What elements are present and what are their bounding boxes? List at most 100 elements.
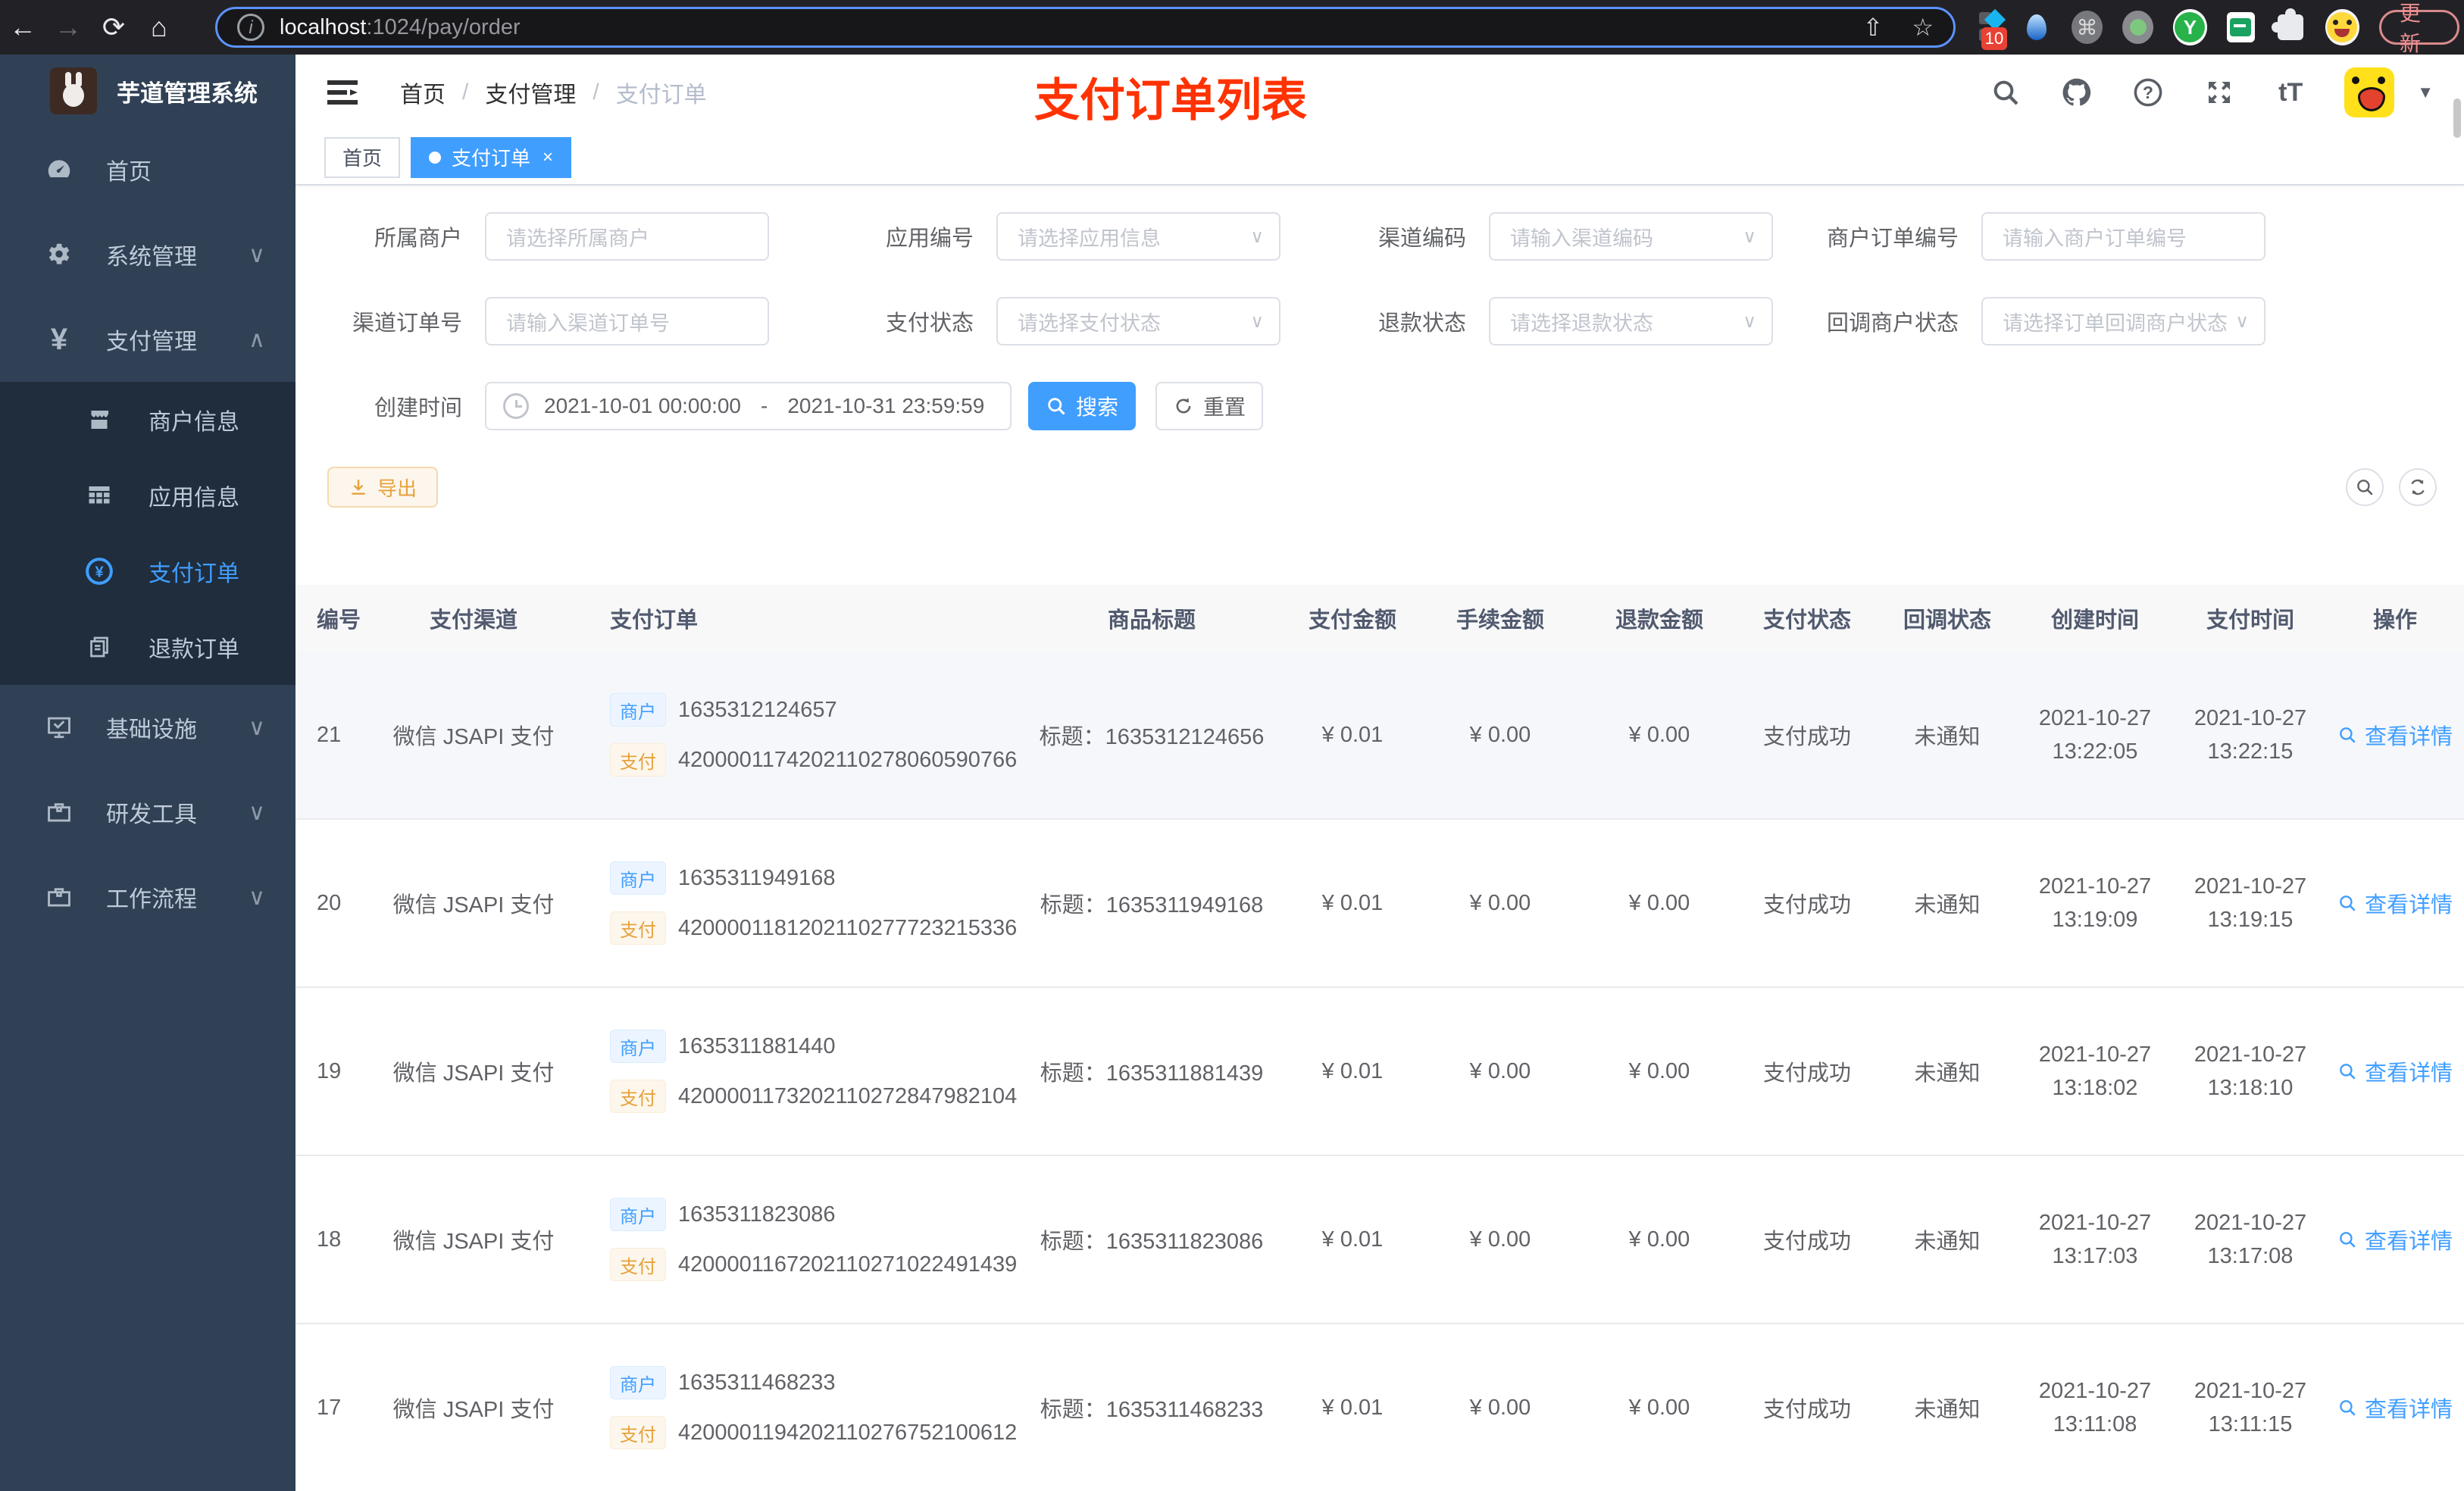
merchant-tag: 商户: [610, 861, 666, 895]
sidebar-item-infrastructure[interactable]: 基础设施 ∨: [0, 685, 295, 770]
y-extension-icon[interactable]: Y: [2173, 9, 2207, 45]
tab-pay-order[interactable]: 支付订单 ×: [411, 136, 572, 178]
sidebar-item-workflow[interactable]: 工作流程 ∨: [0, 855, 295, 939]
user-menu-caret-icon[interactable]: ▼: [2417, 83, 2434, 102]
view-detail-link[interactable]: 查看详情: [2337, 1055, 2453, 1087]
tab-groups-extension-icon[interactable]: 10: [1970, 8, 2008, 50]
chat-extension-icon[interactable]: [2226, 12, 2256, 42]
recorder-extension-icon[interactable]: [2122, 11, 2154, 44]
profile-avatar-icon[interactable]: [2325, 9, 2359, 45]
browser-update-button[interactable]: 更新: [2378, 2, 2460, 55]
sidebar-item-merchant-info[interactable]: 商户信息: [0, 382, 295, 458]
table-row[interactable]: 17 微信 JSAPI 支付 商户 1635311468233 支付 4200001…: [295, 1324, 2464, 1491]
view-detail-link[interactable]: 查看详情: [2337, 887, 2453, 919]
filter-create-time: 创建时间 2021-10-01 00:00:00 - 2021-10-31 23…: [295, 382, 1263, 430]
view-detail-link[interactable]: 查看详情: [2337, 1224, 2453, 1255]
cell-notify-status: 未通知: [1914, 1230, 1981, 1254]
breadcrumb-home[interactable]: 首页: [400, 76, 446, 109]
table-row[interactable]: 21 微信 JSAPI 支付 商户 1635312124657 支付 4200001…: [295, 652, 2464, 820]
browser-home-icon[interactable]: ⌂: [136, 11, 182, 43]
placeholder: 请选择订单回调商户状态: [2003, 311, 2228, 335]
notify-status-select[interactable]: 请选择订单回调商户状态 ∨: [1981, 297, 2265, 345]
cell-actions: 查看详情: [2326, 1055, 2464, 1087]
breadcrumb: 首页 / 支付管理 / 支付订单: [400, 76, 707, 109]
col-notify-status: 回调状态: [1903, 608, 1991, 633]
page-scrollbar[interactable]: [2453, 98, 2461, 138]
main-area: 首页 / 支付管理 / 支付订单 支付订单列表 ? tT ▼ 首页 支付订单 ×…: [295, 55, 2464, 1491]
tab-home[interactable]: 首页: [324, 136, 401, 178]
merchant-input[interactable]: 请选择所属商户: [485, 212, 769, 261]
sidebar-item-app-info[interactable]: 应用信息: [0, 458, 295, 533]
cell-pay-status: 支付成功: [1762, 725, 1851, 749]
close-tab-icon[interactable]: ×: [543, 147, 553, 168]
channel-order-no-input[interactable]: 请输入渠道订单号: [485, 297, 769, 345]
view-detail-link[interactable]: 查看详情: [2337, 1392, 2453, 1424]
table-row[interactable]: 19 微信 JSAPI 支付 商户 1635311881440 支付 4200001…: [295, 988, 2464, 1156]
cell-pay-order: 商户 1635311881440 支付 4200001173202110272847…: [568, 1030, 1017, 1113]
cell-title: 标题：1635311881439: [1040, 1061, 1264, 1086]
refresh-button[interactable]: [2399, 468, 2437, 506]
cell-pay-status: 支付成功: [1762, 1230, 1851, 1254]
monitor-icon: [42, 711, 76, 744]
export-button[interactable]: 导出: [327, 467, 439, 508]
site-info-icon[interactable]: i: [237, 14, 264, 41]
field-label: 回调商户状态: [1826, 311, 1959, 336]
fullscreen-icon[interactable]: [2202, 75, 2237, 110]
extensions-puzzle-icon[interactable]: [2271, 8, 2306, 44]
bookmark-star-icon[interactable]: ☆: [1912, 13, 1934, 42]
help-icon[interactable]: ?: [2131, 75, 2165, 110]
cell-id: 17: [317, 1395, 342, 1420]
sidebar-item-pay[interactable]: ¥ 支付管理 ∧: [0, 297, 295, 382]
refund-status-select[interactable]: 请选择退款状态 ∨: [1489, 297, 1773, 345]
toggle-search-button[interactable]: [2346, 468, 2384, 506]
browser-reload-icon[interactable]: ⟳: [91, 11, 136, 43]
share-icon[interactable]: ⇧: [1863, 13, 1884, 42]
breadcrumb-separator: /: [593, 80, 599, 105]
cell-actions: 查看详情: [2326, 887, 2464, 919]
filter-notify-status: 回调商户状态 请选择订单回调商户状态 ∨: [1792, 297, 2284, 345]
pay-status-select[interactable]: 请选择支付状态 ∨: [996, 297, 1280, 345]
gear-icon: [42, 238, 76, 271]
balloon-extension-icon[interactable]: [2021, 11, 2052, 44]
filter-row-2: 渠道订单号 请输入渠道订单号 支付状态 请选择支付状态 ∨ 退款状态 请选择退款状…: [295, 297, 2464, 345]
app-logo[interactable]: 芋道管理系统: [0, 55, 295, 127]
browser-forward-icon[interactable]: →: [45, 11, 91, 43]
search-button[interactable]: 搜索: [1028, 382, 1136, 430]
date-range-input[interactable]: 2021-10-01 00:00:00 - 2021-10-31 23:59:5…: [485, 382, 1012, 430]
user-avatar[interactable]: [2344, 67, 2395, 117]
table-row[interactable]: 18 微信 JSAPI 支付 商户 1635311823086 支付 4200001…: [295, 1156, 2464, 1324]
command-extension-icon[interactable]: ⌘: [2072, 11, 2103, 44]
svg-text:?: ?: [2143, 83, 2153, 102]
cell-actions: 查看详情: [2326, 1224, 2464, 1255]
view-detail-link[interactable]: 查看详情: [2337, 719, 2453, 751]
app-select[interactable]: 请选择应用信息 ∨: [996, 212, 1280, 261]
table-row[interactable]: 20 微信 JSAPI 支付 商户 1635311949168 支付 4200001…: [295, 820, 2464, 988]
cell-fee-amount: ¥ 0.00: [1469, 1227, 1531, 1252]
breadcrumb-pay[interactable]: 支付管理: [485, 76, 576, 109]
filter-refund-status: 退款状态 请选择退款状态 ∨: [1299, 297, 1792, 345]
merchant-order-no-input[interactable]: 请输入商户订单编号: [1981, 212, 2265, 261]
sidebar-item-system[interactable]: 系统管理 ∨: [0, 212, 295, 297]
search-icon[interactable]: [1988, 75, 2023, 110]
cell-create-time: 2021-10-27 13:18:02: [2038, 1042, 2152, 1100]
sidebar-item-refund-order[interactable]: 退款订单: [0, 609, 295, 685]
merchant-order-no: 1635311823086: [678, 1202, 836, 1227]
cell-fee-amount: ¥ 0.00: [1469, 1395, 1531, 1420]
sidebar-item-dev-tools[interactable]: 研发工具 ∨: [0, 770, 295, 855]
font-size-icon[interactable]: tT: [2273, 75, 2308, 110]
sidebar-item-home[interactable]: 首页: [0, 127, 295, 212]
reset-button[interactable]: 重置: [1155, 382, 1263, 430]
address-bar[interactable]: i localhost:1024/pay/order ⇧ ☆: [215, 7, 1956, 48]
cell-refund-amount: ¥ 0.00: [1628, 722, 1690, 747]
channel-code-select[interactable]: 请输入渠道编码 ∨: [1489, 212, 1773, 261]
url-host: localhost: [280, 14, 367, 39]
placeholder: 请输入商户订单编号: [2003, 227, 2187, 250]
cell-channel: 微信 JSAPI 支付: [392, 1061, 555, 1086]
pay-tag: 支付: [610, 911, 666, 945]
chevron-down-icon: ∨: [1250, 311, 1264, 332]
sidebar-item-pay-order[interactable]: ¥ 支付订单: [0, 533, 295, 609]
placeholder: 请选择退款状态: [1510, 311, 1653, 335]
collapse-sidebar-icon[interactable]: [324, 77, 361, 108]
browser-back-icon[interactable]: ←: [0, 11, 45, 43]
github-icon[interactable]: [2059, 75, 2094, 110]
